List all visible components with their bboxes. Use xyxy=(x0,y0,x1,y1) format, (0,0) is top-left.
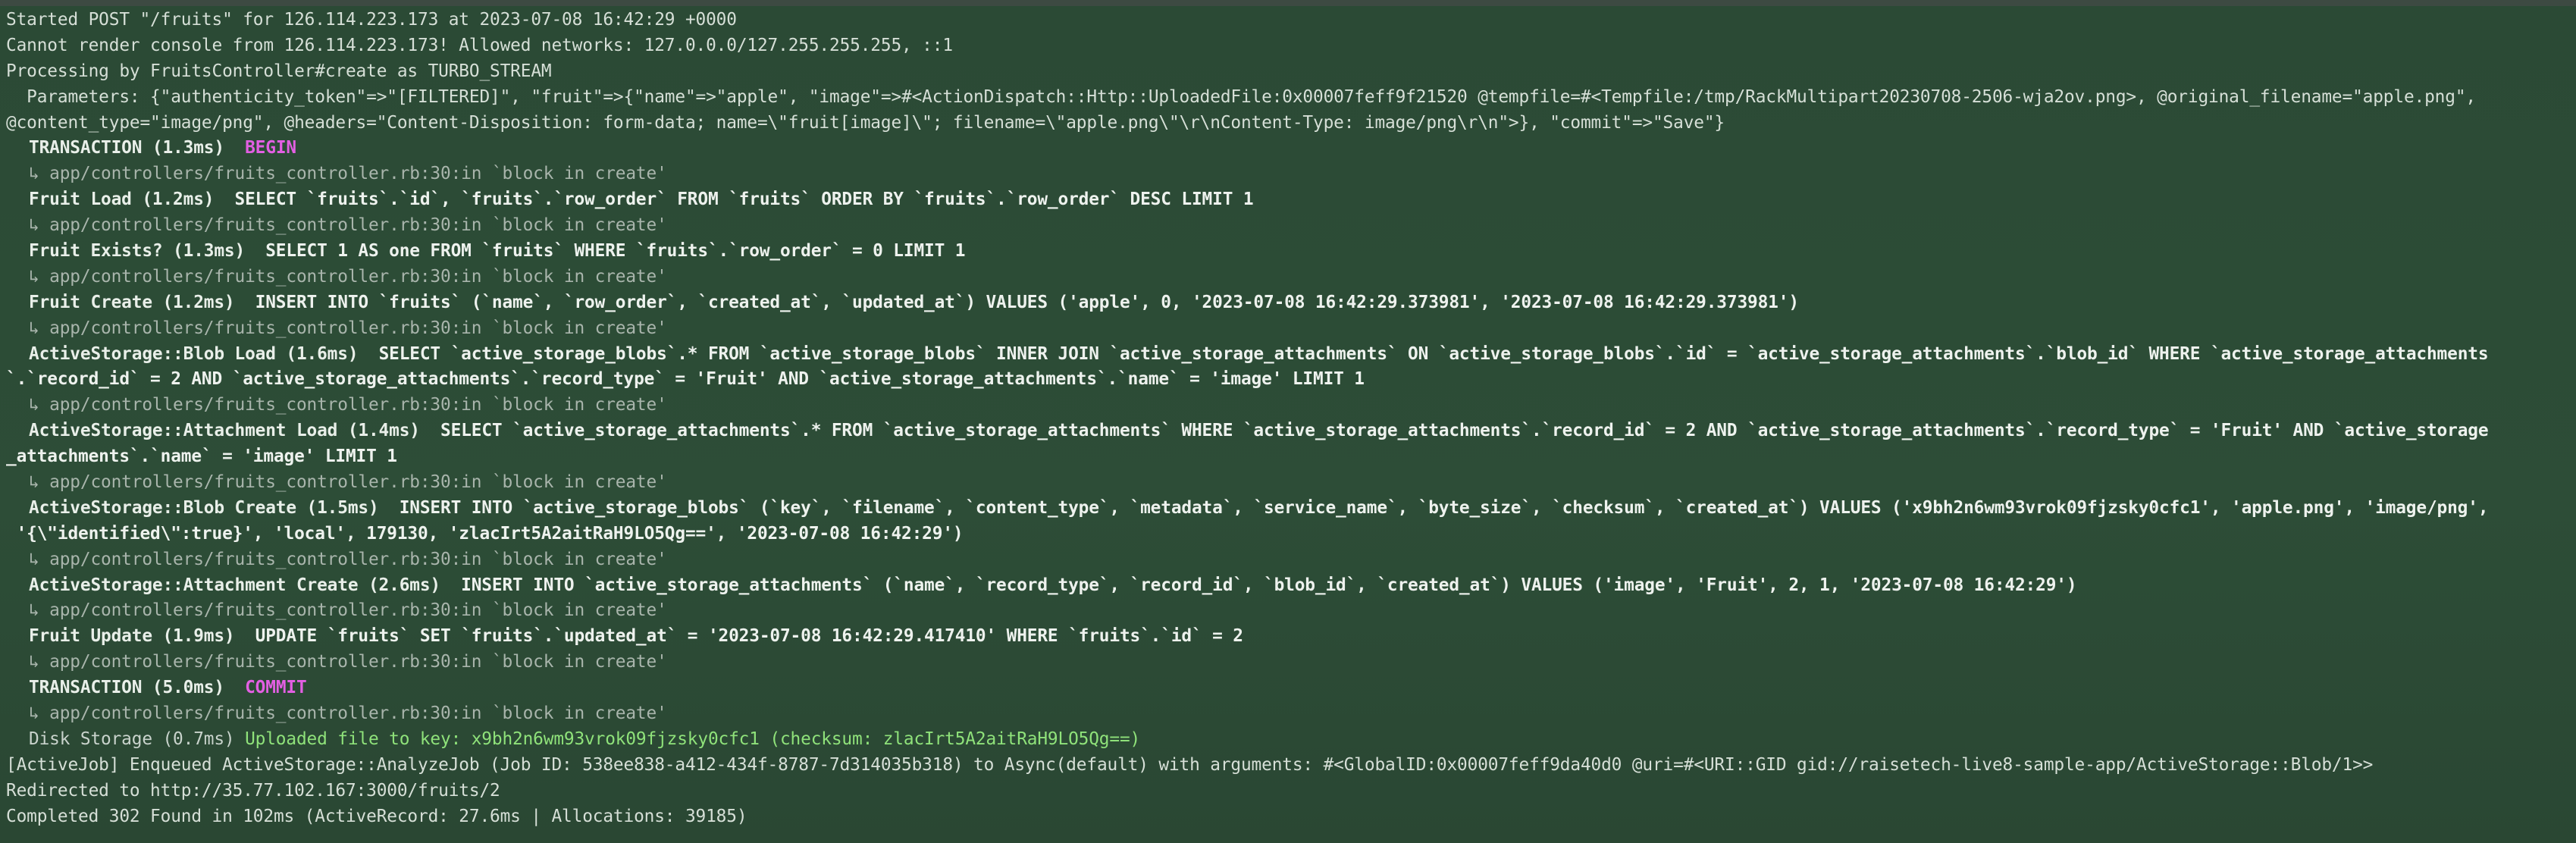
log-query-sql: INSERT INTO `active_storage_attachments`… xyxy=(461,575,2077,595)
log-line-redirect: Redirected to http://35.77.102.167:3000/… xyxy=(6,780,500,801)
log-line-request-start: Started POST "/fruits" for 126.114.223.1… xyxy=(6,10,737,30)
terminal-window[interactable]: Started POST "/fruits" for 126.114.223.1… xyxy=(0,0,2576,843)
window-top-edge xyxy=(0,0,2576,6)
log-source-text: ↳ app/controllers/fruits_controller.rb:3… xyxy=(29,549,667,569)
log-line-attachment-load: ActiveStorage::Attachment Load (1.4ms) S… xyxy=(6,418,2570,444)
log-line-console-warning: Cannot render console from 126.114.223.1… xyxy=(6,35,953,55)
log-line-transaction-begin: TRANSACTION (1.3ms) BEGIN xyxy=(6,136,2570,161)
log-line-parameters-wrap: @content_type="image/png", @headers="Con… xyxy=(6,112,1725,133)
log-line-source-ref: ↳ app/controllers/fruits_controller.rb:3… xyxy=(6,547,2570,573)
log-line-source-ref: ↳ app/controllers/fruits_controller.rb:3… xyxy=(6,265,2570,290)
log-query-sql: SELECT `fruits`.`id`, `fruits`.`row_orde… xyxy=(234,190,1254,210)
log-query-name: Fruit Create (1.2ms) xyxy=(29,292,235,312)
log-line-blob-load: ActiveStorage::Blob Load (1.6ms) SELECT … xyxy=(6,342,2570,368)
log-query-sql: SELECT `active_storage_attachments`.* FR… xyxy=(440,421,2489,441)
log-line-source-ref: ↳ app/controllers/fruits_controller.rb:3… xyxy=(6,393,2570,418)
log-line-fruit-update: Fruit Update (1.9ms) UPDATE `fruits` SET… xyxy=(6,624,2570,650)
log-source-text: ↳ app/controllers/fruits_controller.rb:3… xyxy=(29,215,667,236)
log-source-text: ↳ app/controllers/fruits_controller.rb:3… xyxy=(29,318,667,338)
log-source-text: ↳ app/controllers/fruits_controller.rb:3… xyxy=(29,164,667,184)
log-query-name: ActiveStorage::Blob Create (1.5ms) xyxy=(29,497,379,518)
log-line-source-ref: ↳ app/controllers/fruits_controller.rb:3… xyxy=(6,598,2570,624)
log-query-sql: UPDATE `fruits` SET `fruits`.`updated_at… xyxy=(255,626,1243,647)
log-commit-keyword: COMMIT xyxy=(245,678,307,698)
log-disk-message: Uploaded file to key: x9bh2n6wm93vrok09f… xyxy=(245,729,1141,749)
log-line-attachment-create: ActiveStorage::Attachment Create (2.6ms)… xyxy=(6,573,2570,599)
log-line-blob-load-wrap: `.`record_id` = 2 AND `active_storage_at… xyxy=(6,369,1365,390)
log-query-name: Fruit Exists? (1.3ms) xyxy=(29,241,246,262)
log-line-source-ref: ↳ app/controllers/fruits_controller.rb:3… xyxy=(6,470,2570,496)
log-line-source-ref: ↳ app/controllers/fruits_controller.rb:3… xyxy=(6,213,2570,239)
log-source-text: ↳ app/controllers/fruits_controller.rb:3… xyxy=(29,266,667,287)
log-line-blob-create-wrap: '{\"identified\":true}', 'local', 179130… xyxy=(6,523,964,544)
log-source-text: ↳ app/controllers/fruits_controller.rb:3… xyxy=(29,395,667,415)
log-line-source-ref: ↳ app/controllers/fruits_controller.rb:3… xyxy=(6,701,2570,727)
log-query-name: ActiveStorage::Attachment Create (2.6ms) xyxy=(29,575,440,595)
log-query-name: TRANSACTION (1.3ms) xyxy=(29,138,224,158)
log-line-source-ref: ↳ app/controllers/fruits_controller.rb:3… xyxy=(6,161,2570,187)
log-query-name: TRANSACTION (5.0ms) xyxy=(29,678,224,698)
log-line-processing: Processing by FruitsController#create as… xyxy=(6,61,552,81)
log-line-completed: Completed 302 Found in 102ms (ActiveReco… xyxy=(6,806,747,826)
log-line-source-ref: ↳ app/controllers/fruits_controller.rb:3… xyxy=(6,316,2570,342)
log-query-name: ActiveStorage::Attachment Load (1.4ms) xyxy=(29,421,420,441)
log-disk-prefix: Disk Storage (0.7ms) xyxy=(29,729,235,749)
log-line-parameters: Parameters: {"authenticity_token"=>"[FIL… xyxy=(6,86,2476,107)
log-line-fruit-load: Fruit Load (1.2ms) SELECT `fruits`.`id`,… xyxy=(6,187,2570,213)
log-query-name: Fruit Update (1.9ms) xyxy=(29,626,235,647)
log-source-text: ↳ app/controllers/fruits_controller.rb:3… xyxy=(29,652,667,672)
log-line-source-ref: ↳ app/controllers/fruits_controller.rb:3… xyxy=(6,650,2570,675)
log-query-sql: SELECT 1 AS one FROM `fruits` WHERE `fru… xyxy=(265,241,966,262)
log-line-activejob: [ActiveJob] Enqueued ActiveStorage::Anal… xyxy=(6,754,2374,775)
log-line-fruit-create: Fruit Create (1.2ms) INSERT INTO `fruits… xyxy=(6,290,2570,316)
log-query-name: Fruit Load (1.2ms) xyxy=(29,190,215,210)
log-query-sql: INSERT INTO `fruits` (`name`, `row_order… xyxy=(255,292,1799,312)
rails-server-log: Started POST "/fruits" for 126.114.223.1… xyxy=(6,8,2570,830)
log-line-fruit-exists: Fruit Exists? (1.3ms) SELECT 1 AS one FR… xyxy=(6,239,2570,265)
log-source-text: ↳ app/controllers/fruits_controller.rb:3… xyxy=(29,600,667,621)
log-begin-keyword: BEGIN xyxy=(245,138,296,158)
log-line-attachment-load-wrap: _attachments`.`name` = 'image' LIMIT 1 xyxy=(6,447,397,467)
log-query-sql: INSERT INTO `active_storage_blobs` (`key… xyxy=(399,497,2489,518)
log-source-text: ↳ app/controllers/fruits_controller.rb:3… xyxy=(29,704,667,724)
log-line-blob-create: ActiveStorage::Blob Create (1.5ms) INSER… xyxy=(6,496,2570,522)
log-query-sql: SELECT `active_storage_blobs`.* FROM `ac… xyxy=(378,343,2489,364)
log-source-text: ↳ app/controllers/fruits_controller.rb:3… xyxy=(29,472,667,493)
log-line-disk-storage: Disk Storage (0.7ms) Uploaded file to ke… xyxy=(6,727,2570,753)
log-query-name: ActiveStorage::Blob Load (1.6ms) xyxy=(29,343,359,364)
log-line-transaction-commit: TRANSACTION (5.0ms) COMMIT xyxy=(6,675,2570,701)
